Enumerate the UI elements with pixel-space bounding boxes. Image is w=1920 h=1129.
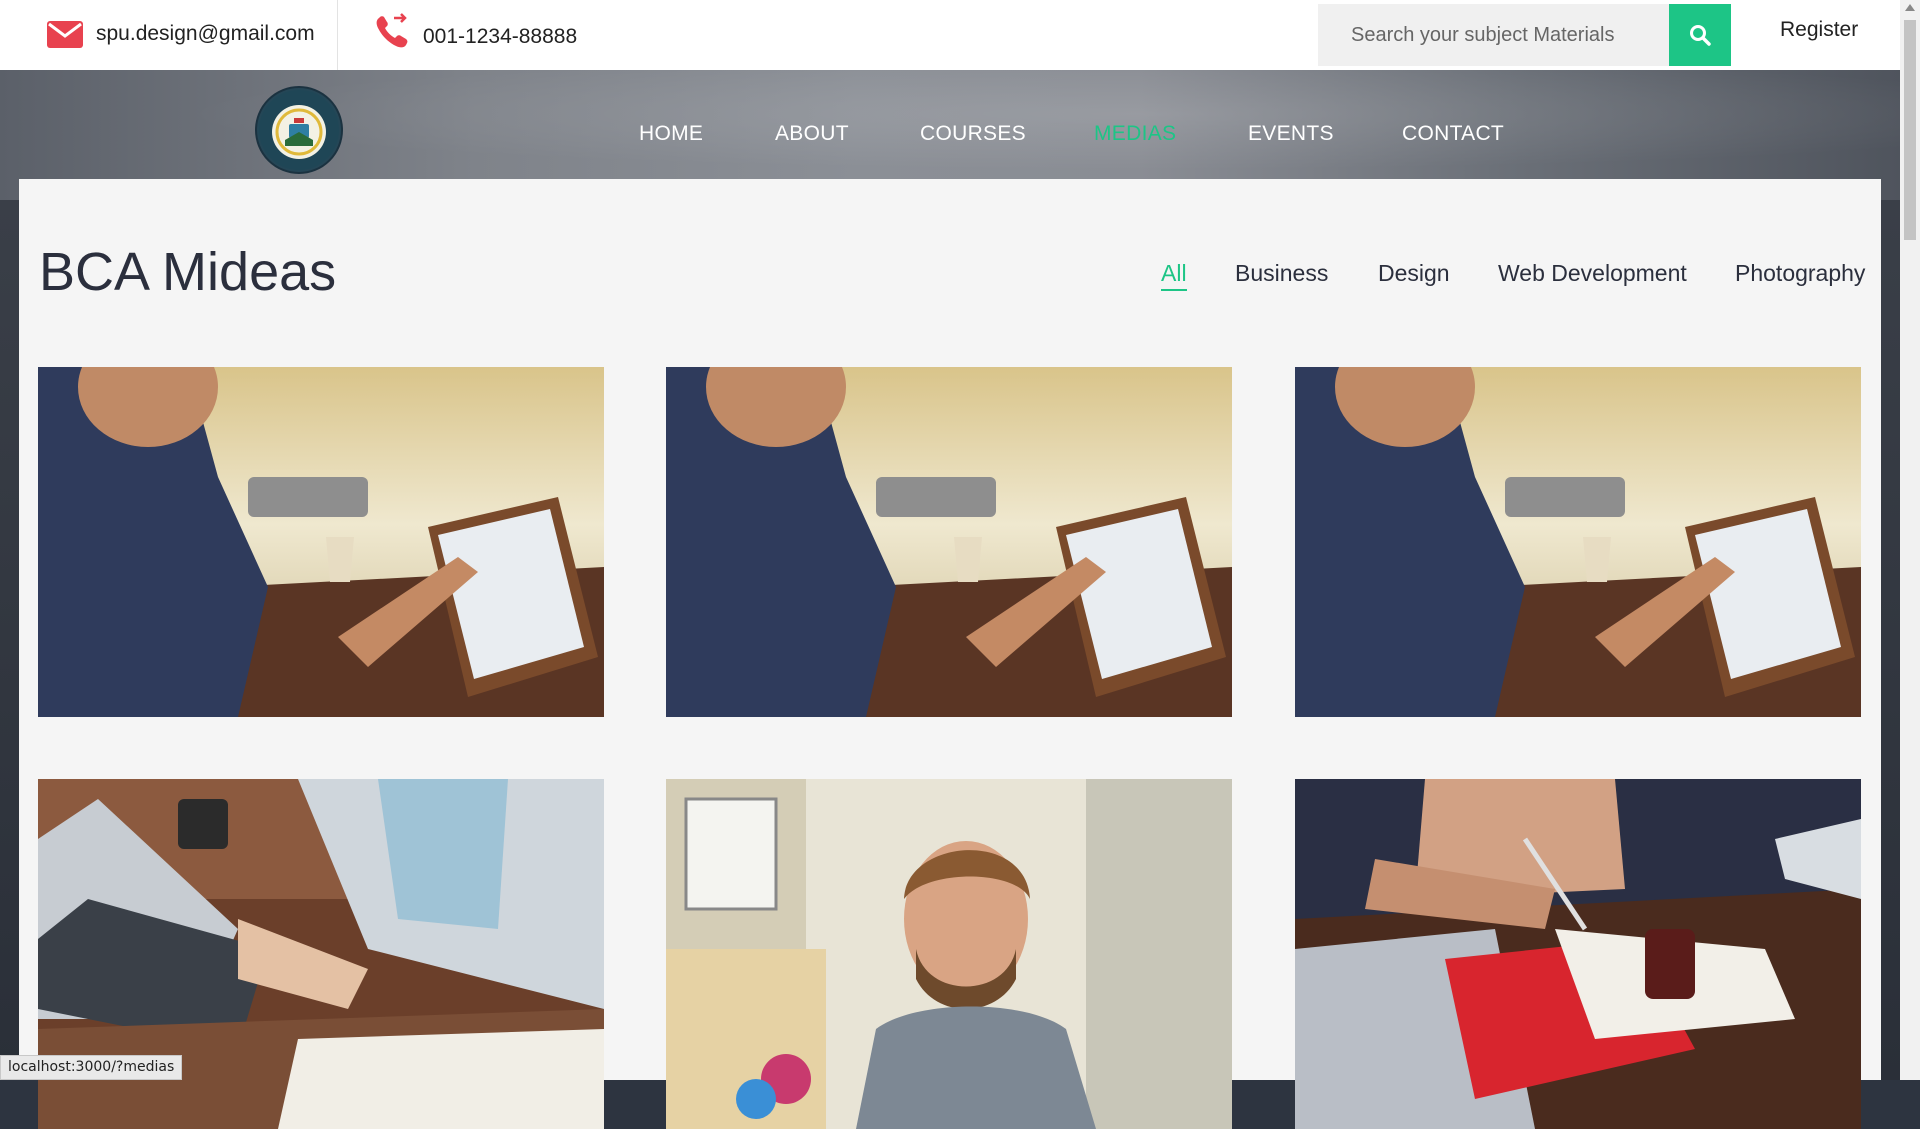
scroll-up-arrow-icon[interactable] [1905, 4, 1915, 11]
top-info-bar: spu.design@gmail.com 001-1234-88888 Regi… [0, 0, 1900, 70]
media-item[interactable] [1295, 367, 1861, 717]
filter-business[interactable]: Business [1235, 260, 1328, 287]
man-with-tablet-photo-icon [38, 367, 604, 717]
search-input[interactable] [1318, 4, 1669, 66]
register-link[interactable]: Register [1780, 18, 1858, 42]
search-bar [1318, 4, 1731, 66]
man-with-tablet-photo-icon [1295, 367, 1861, 717]
media-panel: BCA Mideas All Business Design Web Devel… [19, 179, 1881, 1129]
search-icon [1690, 25, 1711, 46]
main-navigation: HOME ABOUT COURSES MEDIAS EVENTS CONTACT [0, 122, 1900, 152]
page-scrollbar[interactable] [1900, 0, 1920, 1080]
man-at-desk-photo-icon [666, 779, 1232, 1129]
media-item[interactable] [666, 779, 1232, 1129]
browser-status-url: localhost:3000/?medias [0, 1055, 183, 1080]
scrollbar-thumb[interactable] [1904, 20, 1916, 240]
divider [337, 0, 338, 70]
filter-design[interactable]: Design [1378, 260, 1450, 287]
filter-web-development[interactable]: Web Development [1498, 260, 1687, 287]
filter-all[interactable]: All [1161, 260, 1187, 291]
filter-tabs: All Business Design Web Development Phot… [19, 260, 1881, 291]
nav-item-about[interactable]: ABOUT [775, 122, 849, 146]
nav-item-events[interactable]: EVENTS [1248, 122, 1334, 146]
media-item[interactable] [666, 367, 1232, 717]
mail-icon [46, 18, 84, 50]
phone-icon [372, 12, 412, 52]
contact-phone[interactable]: 001-1234-88888 [423, 25, 577, 49]
man-with-tablet-photo-icon [666, 367, 1232, 717]
nav-item-medias[interactable]: MEDIAS [1094, 122, 1176, 146]
nav-item-courses[interactable]: COURSES [920, 122, 1026, 146]
media-item[interactable] [1295, 779, 1861, 1129]
contact-email[interactable]: spu.design@gmail.com [96, 22, 315, 46]
media-item[interactable] [38, 367, 604, 717]
nav-item-contact[interactable]: CONTACT [1402, 122, 1504, 146]
nav-item-home[interactable]: HOME [639, 122, 703, 146]
filter-photography[interactable]: Photography [1735, 260, 1865, 287]
search-button[interactable] [1669, 4, 1731, 66]
people-writing-notes-photo-icon [1295, 779, 1861, 1129]
